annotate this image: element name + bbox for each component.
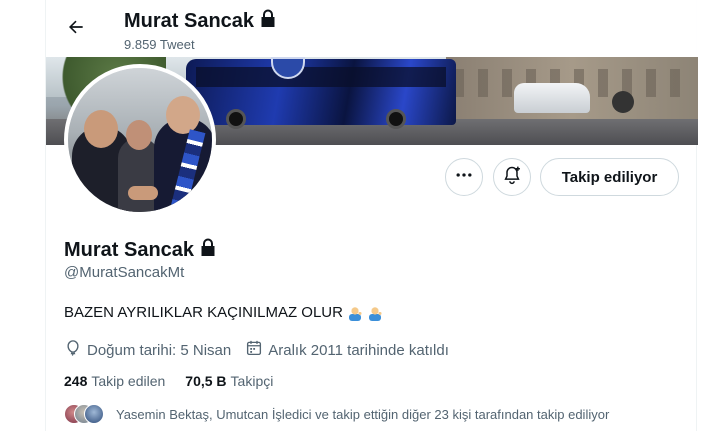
- followers-label: Takipçi: [230, 373, 274, 389]
- profile-avatar[interactable]: [64, 64, 216, 216]
- following-count: 248: [64, 373, 88, 389]
- following-link[interactable]: 248 Takip edilen: [64, 373, 165, 389]
- person-tipping-hand-emoji: [347, 305, 363, 321]
- balloon-icon: [64, 339, 82, 361]
- profile-stats: 248 Takip edilen 70,5 B Takipçi: [64, 373, 273, 389]
- followers-count: 70,5 B: [185, 373, 227, 389]
- header-title-text: Murat Sancak: [124, 9, 255, 32]
- bell-plus-icon: [502, 165, 522, 190]
- followers-you-know[interactable]: Yasemin Bektaş, Umutcan İşledici ve taki…: [64, 404, 609, 424]
- profile-meta: Doğum tarihi: 5 Nisan Aralık 2011 tarihi…: [64, 339, 463, 361]
- avatar: [84, 404, 104, 424]
- arrow-left-icon: [66, 17, 86, 42]
- mutual-follower-avatars: [64, 404, 104, 424]
- profile-page: Murat Sancak 9.859 Tweet Takip ediliyor …: [45, 0, 698, 431]
- following-button[interactable]: Takip ediliyor: [540, 158, 679, 196]
- followers-you-know-text: Yasemin Bektaş, Umutcan İşledici ve taki…: [116, 406, 610, 422]
- lock-icon: [200, 238, 216, 262]
- followers-link[interactable]: 70,5 B Takipçi: [185, 373, 273, 389]
- profile-bio: BAZEN AYRILIKLAR KAÇINILMAZ OLUR: [64, 304, 383, 321]
- more-horizontal-icon: [454, 165, 474, 190]
- following-label: Takip edilen: [91, 373, 166, 389]
- calendar-icon: [245, 339, 263, 361]
- joined-text: Aralık 2011 tarihinde katıldı: [268, 341, 449, 359]
- bio-text: BAZEN AYRILIKLAR KAÇINILMAZ OLUR: [64, 304, 343, 321]
- profile-name-text: Murat Sancak: [64, 238, 195, 261]
- notify-button[interactable]: [493, 158, 531, 196]
- header-title: Murat Sancak: [124, 9, 276, 33]
- back-button[interactable]: [60, 13, 92, 45]
- lock-icon: [260, 9, 276, 33]
- birthday-text: Doğum tarihi: 5 Nisan: [87, 341, 232, 359]
- tweet-count: 9.859 Tweet: [124, 37, 195, 52]
- profile-header: Murat Sancak 9.859 Tweet: [46, 0, 698, 57]
- profile-handle: @MuratSancakMt: [64, 264, 185, 281]
- joined-item: Aralık 2011 tarihinde katıldı: [245, 339, 449, 361]
- birthday-item: Doğum tarihi: 5 Nisan: [64, 339, 231, 361]
- profile-name: Murat Sancak: [64, 238, 216, 262]
- person-tipping-hand-emoji: [367, 305, 383, 321]
- more-button[interactable]: [445, 158, 483, 196]
